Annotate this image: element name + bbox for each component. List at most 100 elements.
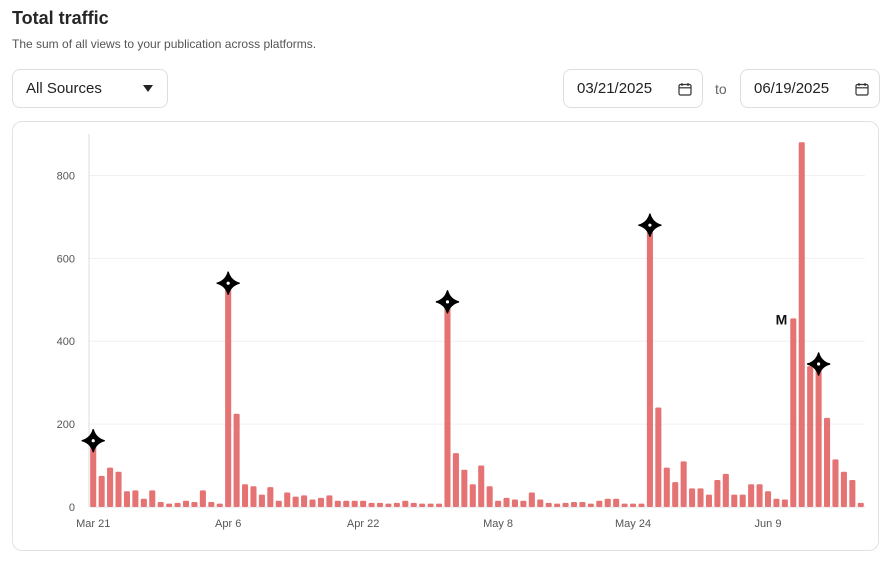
bar xyxy=(132,490,139,507)
bar xyxy=(579,502,586,507)
bar xyxy=(258,494,265,507)
bar xyxy=(326,495,333,507)
x-tick-label: Mar 21 xyxy=(76,518,110,530)
bar xyxy=(250,486,257,507)
source-dropdown[interactable]: All Sources xyxy=(12,69,168,108)
bar xyxy=(781,499,788,507)
x-tick-label: May 8 xyxy=(483,518,513,530)
marker-center xyxy=(91,439,95,443)
bar xyxy=(857,502,864,507)
bar xyxy=(216,503,223,507)
bar xyxy=(376,502,384,507)
bar xyxy=(545,502,552,507)
bar xyxy=(123,491,130,507)
bar xyxy=(790,318,797,507)
bar xyxy=(149,490,156,507)
bar xyxy=(756,484,763,507)
bar xyxy=(798,142,805,508)
traffic-chart-card: 0 200 400 600 800 Mar 21 Apr 6 Apr 22 May 8 May 2… xyxy=(12,121,879,551)
bar xyxy=(436,503,443,507)
bar xyxy=(360,500,367,507)
bar xyxy=(739,494,746,507)
chevron-down-icon xyxy=(143,85,153,92)
bar xyxy=(689,488,696,507)
bar xyxy=(570,502,578,507)
bar xyxy=(554,503,561,507)
x-tick-label: Apr 6 xyxy=(215,518,241,530)
bar xyxy=(174,502,181,507)
bar xyxy=(410,502,417,507)
bar xyxy=(199,490,206,507)
bar xyxy=(511,499,518,507)
bar xyxy=(292,496,299,507)
bar xyxy=(646,225,653,507)
bar xyxy=(604,498,611,507)
bar xyxy=(233,413,240,507)
bar xyxy=(343,500,350,507)
y-tick-label: 200 xyxy=(57,419,75,431)
bar xyxy=(495,500,502,507)
end-date-value: 06/19/2025 xyxy=(754,80,830,97)
bar xyxy=(208,502,215,507)
marker-center xyxy=(648,223,652,227)
bar xyxy=(107,467,114,507)
bar xyxy=(824,417,831,507)
x-tick-label: Jun 9 xyxy=(755,518,782,530)
bar xyxy=(503,497,510,507)
bar xyxy=(469,484,476,507)
bar xyxy=(444,301,451,507)
y-tick-label: 600 xyxy=(57,253,75,265)
bar xyxy=(419,503,426,507)
start-date-input[interactable]: 03/21/2025 xyxy=(563,69,703,108)
bar xyxy=(655,407,662,507)
bar xyxy=(773,498,780,507)
bar xyxy=(613,498,620,507)
bar xyxy=(242,484,249,507)
bar xyxy=(520,500,527,507)
source-dropdown-value: All Sources xyxy=(26,80,102,97)
marker-center xyxy=(445,300,450,304)
end-date-input[interactable]: 06/19/2025 xyxy=(740,69,880,108)
calendar-icon[interactable] xyxy=(855,82,869,96)
bar xyxy=(191,502,198,507)
bar xyxy=(267,487,274,507)
bar xyxy=(697,488,704,507)
bar xyxy=(317,497,324,507)
bar xyxy=(621,503,628,507)
bar xyxy=(157,502,164,507)
x-tick-label: May 24 xyxy=(615,518,651,530)
marker-center xyxy=(817,362,821,366)
bar xyxy=(140,498,147,507)
bar xyxy=(596,500,603,507)
bar xyxy=(680,461,687,507)
calendar-icon[interactable] xyxy=(678,82,692,96)
bar xyxy=(672,482,679,507)
page-title: Total traffic xyxy=(12,8,109,28)
bar xyxy=(402,500,409,507)
bar xyxy=(731,494,738,507)
bar xyxy=(849,480,856,507)
bar xyxy=(427,503,434,507)
bar xyxy=(528,492,535,507)
bar xyxy=(537,499,544,507)
start-date-value: 03/21/2025 xyxy=(577,80,653,97)
bar xyxy=(562,502,569,507)
bar xyxy=(815,366,822,507)
bar xyxy=(807,366,814,507)
y-tick-label: 0 xyxy=(69,502,75,514)
bar xyxy=(832,459,839,507)
bar xyxy=(98,475,105,507)
bar xyxy=(840,471,847,507)
bar xyxy=(182,500,190,507)
x-tick-label: Apr 22 xyxy=(347,518,379,530)
traffic-bar-chart: 0 200 400 600 800 Mar 21 Apr 6 Apr 22 May 8 May 2… xyxy=(57,134,865,530)
bar xyxy=(452,453,459,507)
bar xyxy=(587,503,594,507)
date-range-separator: to xyxy=(715,81,727,97)
bar xyxy=(748,484,755,507)
bar xyxy=(301,495,308,507)
marker-center xyxy=(226,281,230,285)
bar xyxy=(486,486,493,507)
bar xyxy=(630,503,637,507)
bar xyxy=(714,480,721,507)
